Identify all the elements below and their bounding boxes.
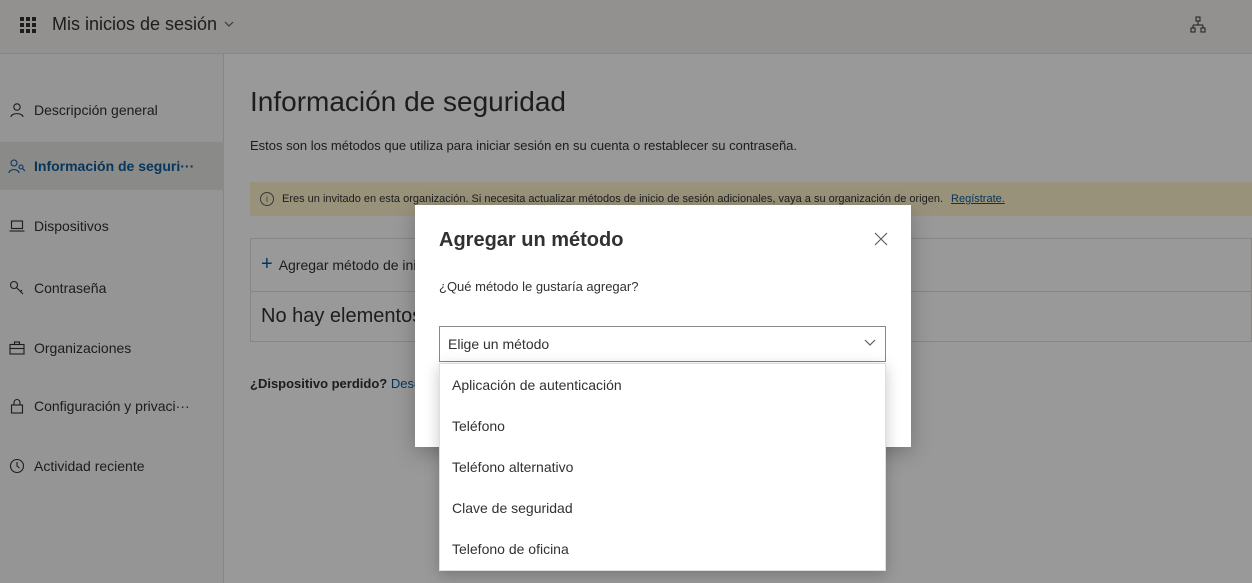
dialog-title: Agregar un método	[439, 229, 624, 251]
option-office-phone[interactable]: Telefono de oficina	[440, 528, 887, 569]
option-phone[interactable]: Teléfono	[440, 405, 887, 446]
method-dropdown-list: Aplicación de autenticación Teléfono Tel…	[439, 363, 886, 571]
dialog-question: ¿Qué método le gustaría agregar?	[439, 279, 639, 294]
option-security-key[interactable]: Clave de seguridad	[440, 487, 887, 528]
close-icon[interactable]	[871, 229, 891, 249]
option-alternate-phone[interactable]: Teléfono alternativo	[440, 446, 887, 487]
method-select-value: Elige un método	[448, 336, 550, 352]
option-authenticator-app[interactable]: Aplicación de autenticación	[440, 364, 887, 405]
method-select[interactable]: Elige un método	[439, 326, 886, 362]
chevron-down-icon	[863, 335, 877, 349]
